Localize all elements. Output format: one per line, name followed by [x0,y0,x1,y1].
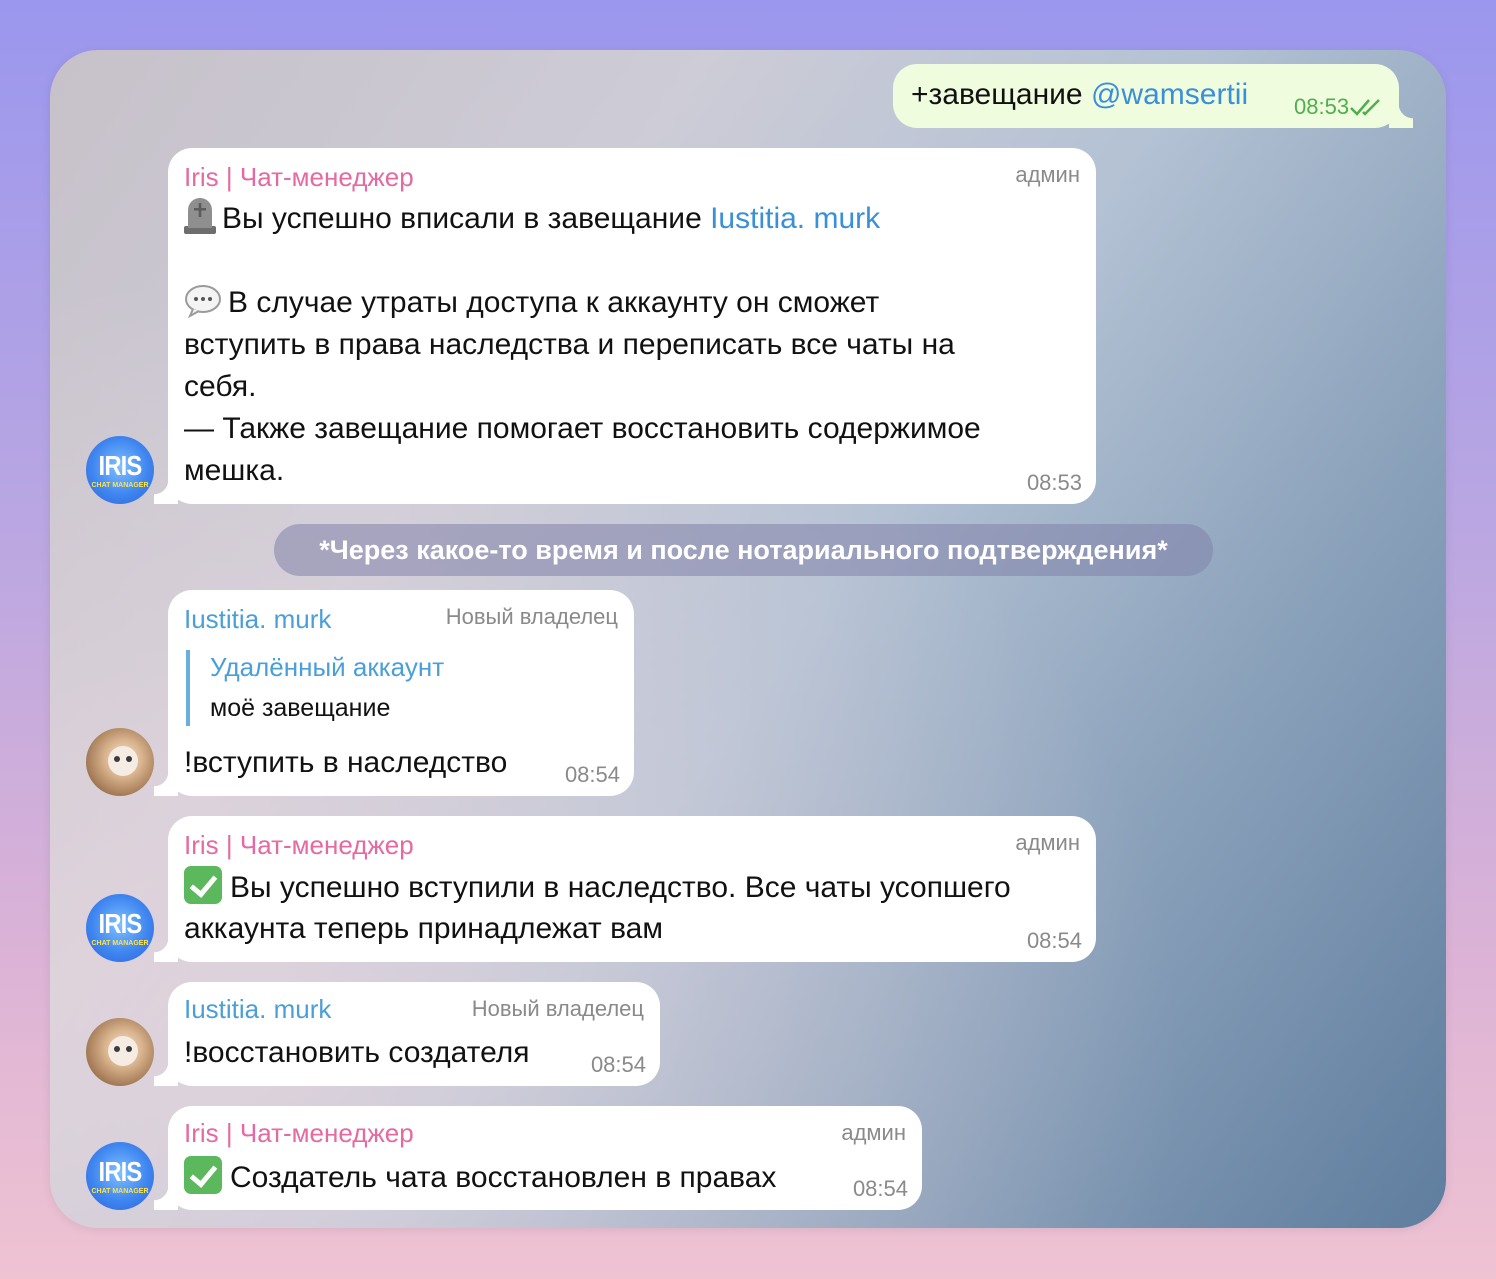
iris-avatar[interactable]: IRIS CHAT MANAGER [86,436,154,504]
role-badge: админ [1015,830,1080,855]
message-time: 08:53 [1294,94,1350,119]
cat-avatar[interactable] [86,728,154,796]
role-badge: Новый владелец [445,604,618,629]
message-time: 08:53 [1026,470,1082,495]
message-time: 08:54 [852,1176,908,1201]
mention-link[interactable]: @wamsertii [1091,78,1248,111]
sender-name[interactable]: Iustitia. murk [184,604,331,635]
message-time: 08:54 [564,762,620,787]
speech-bubble-icon [185,285,221,318]
double-check-icon [1350,99,1380,116]
reply-quote[interactable]: Удалённый аккаунт моё завещание [186,650,606,726]
role-badge: Новый владелец [471,996,644,1021]
reply-text: моё завещание [210,694,391,722]
message-text: !вступить в наследство [184,746,508,779]
sender-name[interactable]: Iustitia. murk [184,994,331,1025]
message-time: 08:54 [590,1052,646,1077]
message-line: — Также завещание помогает восстановить … [184,412,981,445]
iris-avatar[interactable]: IRIS CHAT MANAGER [86,894,154,962]
outgoing-message[interactable]: +завещание @wamsertii 08:53 [893,64,1413,128]
message-line: мешка. [184,454,285,487]
check-mark-icon [184,866,222,904]
tombstone-icon [184,198,216,234]
sender-name[interactable]: Iris | Чат-менеджер [184,162,414,193]
incoming-message[interactable]: Iris | Чат-менеджер админ Создатель чата… [154,1106,922,1210]
message-time: 08:54 [1026,928,1082,953]
message-line: Вы успешно вступили в наследство. Все ча… [184,866,1011,909]
message-line: вступить в права наследства и переписать… [184,328,955,361]
message-text: +завещание @wamsertii [911,78,1249,111]
reply-sender: Удалённый аккаунт [210,652,445,682]
check-mark-icon [184,1156,222,1194]
incoming-message[interactable]: Iustitia. murk Новый владелец !восстанов… [154,982,660,1086]
role-badge: админ [1015,162,1080,187]
message-line: Вы успешно вписали в завещание Iustitia.… [184,198,880,240]
message-line: аккаунта теперь принадлежат вам [184,912,663,945]
incoming-message[interactable]: Iris | Чат-менеджер админ Вы успешно вст… [154,816,1096,962]
iris-avatar[interactable]: IRIS CHAT MANAGER [86,1142,154,1210]
message-line: Создатель чата восстановлен в правах [184,1156,776,1199]
service-message: *Через какое-то время и после нотариальн… [274,524,1213,576]
role-badge: админ [841,1120,906,1145]
message-line: В случае утраты доступа к аккаунту он см… [184,282,879,324]
user-link[interactable]: Iustitia. murk [710,202,880,235]
sender-name[interactable]: Iris | Чат-менеджер [184,830,414,861]
incoming-message[interactable]: Iris | Чат-менеджер админ Вы успешно впи… [154,148,1096,504]
message-text: !восстановить создателя [184,1036,530,1069]
sender-name[interactable]: Iris | Чат-менеджер [184,1118,414,1149]
cat-avatar[interactable] [86,1018,154,1086]
message-line: себя. [184,370,257,403]
